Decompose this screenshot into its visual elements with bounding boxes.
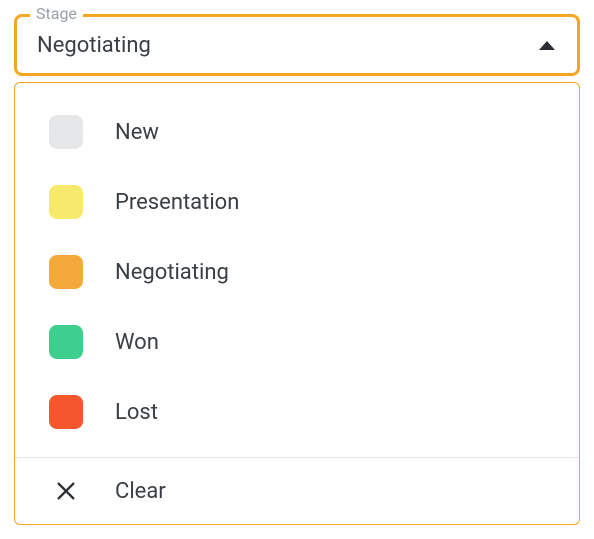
- close-icon: [49, 474, 83, 508]
- clear-label: Clear: [115, 479, 166, 504]
- option-won[interactable]: Won: [15, 307, 579, 377]
- option-label: Presentation: [115, 190, 239, 215]
- option-label: New: [115, 120, 159, 145]
- stage-select[interactable]: Negotiating: [14, 14, 580, 76]
- clear-option[interactable]: Clear: [15, 458, 579, 524]
- option-label: Negotiating: [115, 260, 229, 285]
- field-label: Stage: [30, 4, 83, 23]
- color-swatch: [49, 395, 83, 429]
- option-label: Lost: [115, 400, 158, 425]
- option-new[interactable]: New: [15, 97, 579, 167]
- option-presentation[interactable]: Presentation: [15, 167, 579, 237]
- option-lost[interactable]: Lost: [15, 377, 579, 447]
- options-list: New Presentation Negotiating Won Lost: [15, 83, 579, 457]
- color-swatch: [49, 185, 83, 219]
- color-swatch: [49, 325, 83, 359]
- option-label: Won: [115, 330, 159, 355]
- selected-value: Negotiating: [37, 33, 151, 58]
- option-negotiating[interactable]: Negotiating: [15, 237, 579, 307]
- stage-dropdown: New Presentation Negotiating Won Lost Clear: [14, 82, 580, 525]
- color-swatch: [49, 255, 83, 289]
- stage-field: Stage Negotiating NewPresentationNegotia…: [14, 14, 580, 525]
- color-swatch: [49, 115, 83, 149]
- chevron-up-icon: [539, 41, 555, 50]
